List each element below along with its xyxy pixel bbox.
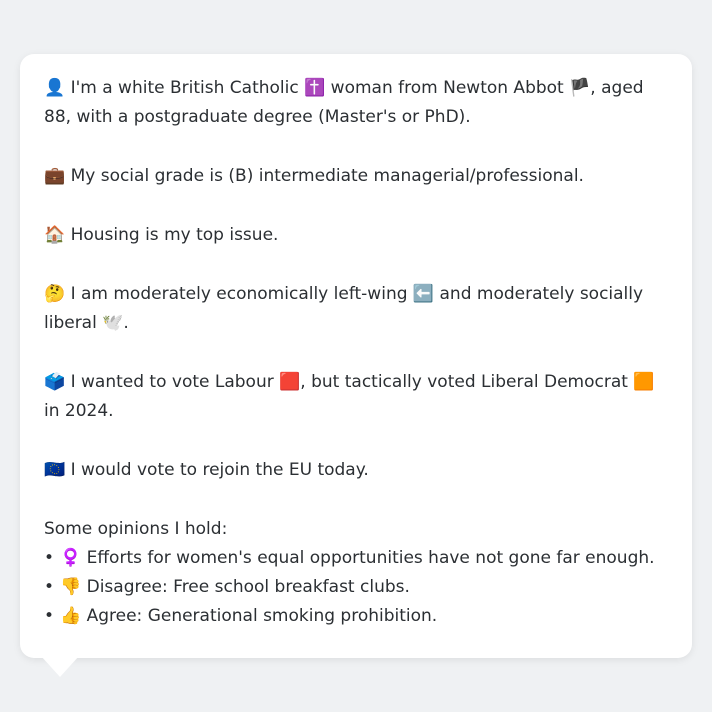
house-icon: 🏠 [44, 225, 66, 245]
identity-line: 👤 I'm a white British Catholic ✝️ woman … [44, 74, 670, 132]
bubble-tail [41, 656, 79, 677]
list-item: • ♀️ Efforts for women's equal opportunit… [44, 544, 670, 573]
top-issue-text: Housing is my top issue. [65, 225, 279, 245]
england-flag-icon: 🏴 [569, 78, 591, 98]
eu-text: I would vote to rejoin the EU today. [65, 460, 369, 480]
opinion-text: Disagree: Free school breakfast clubs. [81, 577, 410, 597]
vote-text-before: I wanted to vote Labour [65, 372, 280, 392]
opinions-list: • ♀️ Efforts for women's equal opportunit… [44, 544, 670, 631]
ideology-text-before: I am moderately economically left-wing [65, 284, 413, 304]
identity-text-before: I'm a white British Catholic [65, 78, 305, 98]
bullet: • [44, 606, 55, 626]
eu-line: 🇪🇺 I would vote to rejoin the EU today. [44, 456, 670, 485]
bullet: • [44, 577, 55, 597]
bullet: • [44, 548, 55, 568]
message-bubble: 👤 I'm a white British Catholic ✝️ woman … [20, 54, 692, 658]
thumbs-down-icon: 👎 [60, 577, 82, 597]
top-issue-line: 🏠 Housing is my top issue. [44, 221, 670, 250]
person-icon: 👤 [44, 78, 66, 98]
opinion-text: Efforts for women's equal opportunities … [81, 548, 655, 568]
ideology-line: 🤔 I am moderately economically left-wing… [44, 280, 670, 338]
red-square-icon: 🟥 [279, 372, 301, 392]
list-item: • 👍 Agree: Generational smoking prohibiti… [44, 602, 670, 631]
female-sign-icon: ♀️ [60, 548, 82, 568]
vote-text-after: in 2024. [44, 401, 114, 421]
latin-cross-icon: ✝️ [304, 78, 326, 98]
ballot-box-icon: 🗳️ [44, 372, 66, 392]
eu-flag-icon: 🇪🇺 [44, 460, 66, 480]
dove-icon: 🕊️ [102, 313, 124, 333]
social-grade-text: My social grade is (B) intermediate mana… [65, 166, 584, 186]
briefcase-icon: 💼 [44, 166, 66, 186]
thinking-face-icon: 🤔 [44, 284, 66, 304]
list-item: • 👎 Disagree: Free school breakfast clubs… [44, 573, 670, 602]
orange-square-icon: 🟧 [633, 372, 655, 392]
identity-text-middle: woman from Newton Abbot [325, 78, 570, 98]
ideology-text-after: . [123, 313, 129, 333]
vote-line: 🗳️ I wanted to vote Labour 🟥, but tactic… [44, 368, 670, 426]
thumbs-up-icon: 👍 [60, 606, 82, 626]
opinions-title: Some opinions I hold: [44, 519, 228, 539]
left-arrow-icon: ⬅️ [412, 284, 435, 304]
social-grade-line: 💼 My social grade is (B) intermediate ma… [44, 162, 670, 191]
opinion-text: Agree: Generational smoking prohibition. [81, 606, 438, 626]
vote-text-middle: , but tactically voted Liberal Democrat [300, 372, 634, 392]
